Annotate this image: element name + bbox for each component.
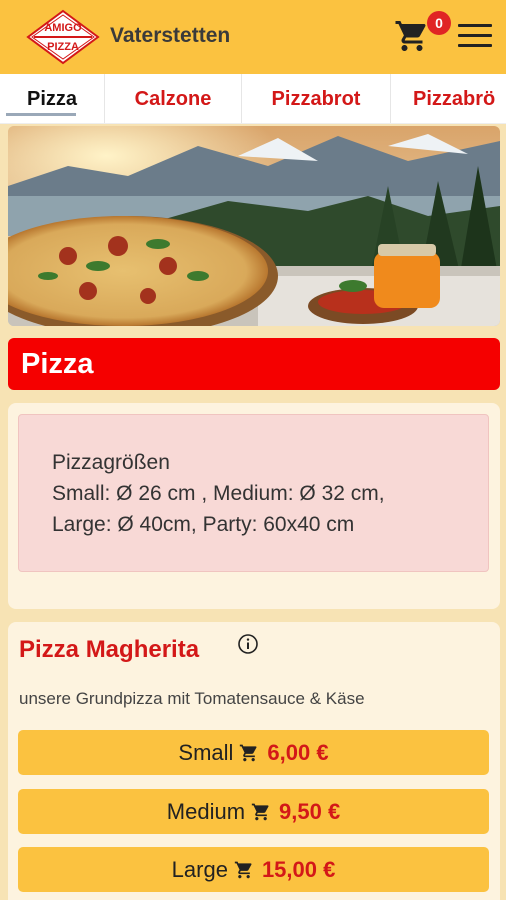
logo-text-bottom: PIZZA xyxy=(47,41,79,53)
add-medium-button[interactable]: Medium 9,50 € xyxy=(18,789,489,834)
product-name: Pizza Magherita xyxy=(19,636,200,663)
size-price: 9,50 € xyxy=(279,798,341,824)
size-label: Large xyxy=(171,856,228,882)
tab-pizzabroetchen[interactable]: Pizzabrö xyxy=(391,74,506,123)
product-card: Pizza Magherita unsere Grundpizza mit To… xyxy=(8,622,500,900)
hero-image xyxy=(8,126,500,326)
add-small-button[interactable]: Small 6,00 € xyxy=(18,730,489,775)
location-name: Vaterstetten xyxy=(110,24,231,47)
info-icon[interactable] xyxy=(237,633,259,655)
size-info-line: Large: Ø 40cm, Party: 60x40 cm xyxy=(52,513,355,536)
category-tabs: Pizza Calzone Pizzabrot Pizzabrö xyxy=(0,74,506,124)
cart-icon xyxy=(240,744,257,761)
add-large-button[interactable]: Large 15,00 € xyxy=(18,847,489,892)
size-info-card: Pizzagrößen Small: Ø 26 cm , Medium: Ø 3… xyxy=(8,403,500,609)
size-info-line: Small: Ø 26 cm , Medium: Ø 32 cm, xyxy=(52,482,385,505)
size-label: Medium xyxy=(166,798,246,824)
cart-icon xyxy=(251,803,269,820)
amigo-pizza-logo[interactable]: AMIGO PIZZA xyxy=(26,9,100,65)
section-title: Pizza xyxy=(8,338,500,390)
tab-pizzabrot[interactable]: Pizzabrot xyxy=(242,74,391,123)
size-price: 6,00 € xyxy=(267,739,329,765)
tab-pizza[interactable]: Pizza xyxy=(0,74,105,123)
size-info-heading: Pizzagrößen xyxy=(52,451,170,474)
tab-calzone[interactable]: Calzone xyxy=(105,74,242,123)
cart-icon xyxy=(234,861,252,878)
size-info-box: Pizzagrößen Small: Ø 26 cm , Medium: Ø 3… xyxy=(18,414,489,572)
logo-text-top: AMIGO xyxy=(44,22,82,34)
cart-icon[interactable] xyxy=(394,18,430,54)
app-header: AMIGO PIZZA Vaterstetten 0 xyxy=(0,0,506,74)
hamburger-menu-icon[interactable] xyxy=(458,24,492,50)
size-price: 15,00 € xyxy=(261,856,336,882)
size-label: Small xyxy=(178,739,234,765)
product-description: unsere Grundpizza mit Tomatensauce & Käs… xyxy=(19,689,365,708)
cart-count-badge: 0 xyxy=(427,11,451,35)
